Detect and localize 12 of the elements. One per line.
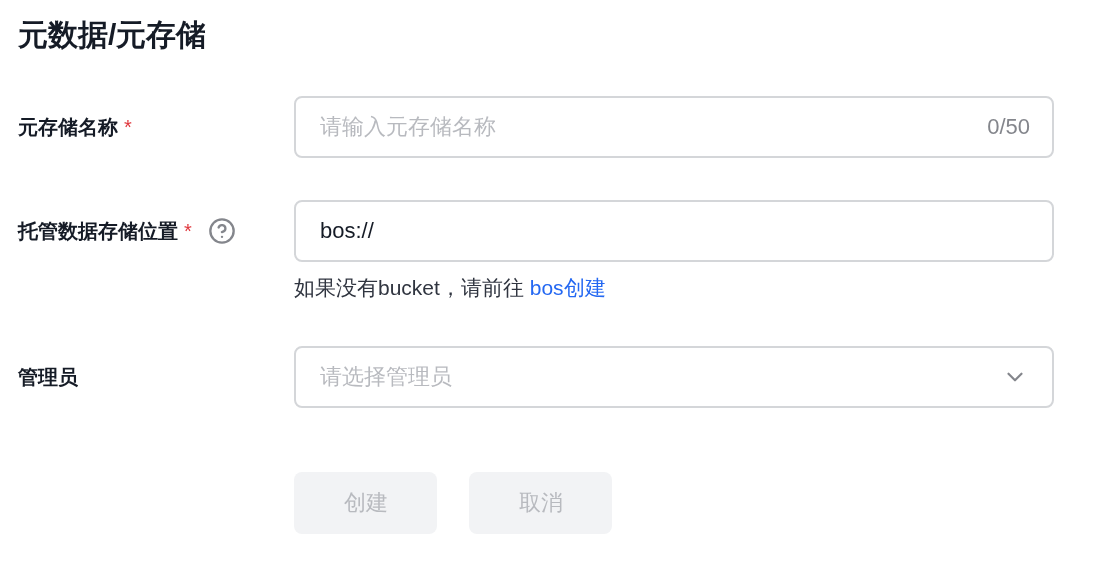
character-counter: 0/50 <box>987 114 1030 140</box>
hint-text: 如果没有bucket，请前往 bos创建 <box>294 275 607 301</box>
field-label: 托管数据存储位置 <box>18 218 178 244</box>
field-label: 管理员 <box>18 364 78 390</box>
required-mark: * <box>184 219 192 243</box>
create-link[interactable]: bos创建 <box>529 276 606 299</box>
input-field[interactable]: bos:// <box>294 200 1054 262</box>
required-mark: * <box>124 115 132 139</box>
help-icon[interactable] <box>207 217 236 245</box>
page-title: 元数据/元存储 <box>18 17 208 53</box>
select-field[interactable]: 请选择管理员 <box>294 346 1054 408</box>
field-label: 元存储名称 <box>18 114 118 140</box>
